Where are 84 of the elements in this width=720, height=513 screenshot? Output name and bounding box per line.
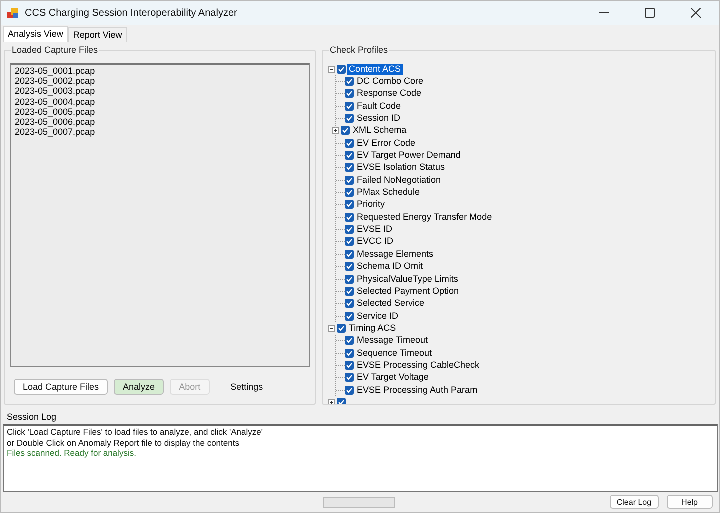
session-log-label: Session Log [7, 412, 58, 423]
checkbox[interactable] [345, 102, 354, 111]
action-button[interactable]: Settings [222, 379, 272, 395]
tree-item[interactable]: Fault Code [355, 100, 404, 112]
tree-item[interactable]: EV Target Voltage [355, 372, 431, 384]
footer-button[interactable]: Help [666, 495, 713, 510]
checkbox[interactable] [337, 64, 346, 74]
checkbox[interactable] [345, 163, 354, 172]
checkbox[interactable] [345, 262, 354, 272]
window-title: CCS Charging Session Interoperability Analyzer [25, 8, 238, 18]
file-item[interactable]: 2023-05_0006.pcap [15, 117, 305, 128]
tree-item[interactable]: PhysicalValueType Limits [355, 274, 460, 285]
checkbox[interactable] [345, 188, 354, 198]
tree-item[interactable]: Requested Energy Transfer Mode [355, 212, 494, 223]
tree-item[interactable]: EV Target Power Demand [355, 150, 463, 162]
checkbox[interactable] [345, 151, 354, 160]
file-item[interactable]: 2023-05_0007.pcap [15, 127, 305, 138]
expand-icon[interactable] [328, 398, 335, 404]
tree-item[interactable]: EVSE ID [355, 224, 395, 236]
checkbox[interactable] [337, 398, 346, 404]
tree-item[interactable]: Priority [355, 199, 388, 210]
action-button[interactable]: Analyze [114, 379, 164, 395]
file-item[interactable]: 2023-05_0001.pcap [15, 66, 305, 76]
tree-item[interactable]: EVSE Processing CableCheck [355, 360, 482, 371]
checkbox[interactable] [345, 336, 354, 346]
checkbox[interactable] [345, 138, 354, 148]
checkbox[interactable] [345, 299, 354, 308]
tree-item[interactable]: Content ACS [347, 64, 404, 75]
tree-item[interactable]: Message Timeout [355, 335, 430, 346]
log-line: Files scanned. Ready for analysis. [7, 448, 138, 458]
group-title: Loaded Capture Files [11, 45, 100, 56]
tree-item[interactable]: Selected Service [355, 298, 427, 310]
tree-item[interactable]: EVSE Processing Auth Param [355, 384, 480, 396]
collapse-icon[interactable] [328, 66, 335, 73]
maximize-icon[interactable] [645, 8, 655, 18]
log-line: Click 'Load Capture Files' to load files to analyze, and click 'Analyze' [7, 427, 264, 438]
checkbox[interactable] [345, 348, 354, 358]
tree-item[interactable]: PMax Schedule [355, 187, 422, 198]
capture-file-list[interactable]: 2023-05_0001.pcap 2023-05_0002.pcap 2023-05_0003.pcap 2023-05_0004.pcap 2023-05_0005.pcap 2023-05_0006.pcap 2023-05_0007.pcap [10, 63, 310, 367]
tree-item[interactable]: Selected Payment Option [355, 286, 462, 297]
checkbox[interactable] [345, 386, 354, 395]
checkbox[interactable] [345, 114, 354, 124]
group-title: Check Profiles [329, 45, 390, 56]
action-button[interactable]: Load Capture Files [14, 379, 108, 395]
checkbox[interactable] [345, 237, 354, 246]
tab[interactable]: Report View [68, 27, 128, 42]
tree-item[interactable]: EVSE Isolation Status [355, 162, 448, 174]
file-item[interactable]: 2023-05_0004.pcap [15, 96, 305, 107]
tree-item[interactable]: Schema ID Omit [355, 261, 426, 272]
checkbox[interactable] [345, 274, 354, 284]
checkbox[interactable] [345, 373, 354, 382]
tree-item[interactable]: Sequence Timeout [355, 348, 434, 359]
tree-item[interactable]: Failed NoNegotiation [355, 174, 444, 186]
checkbox[interactable] [345, 286, 354, 296]
checkbox[interactable] [345, 212, 354, 222]
app-icon [7, 7, 19, 19]
file-item[interactable]: 2023-05_0005.pcap [15, 106, 305, 118]
tab[interactable]: Analysis View [3, 26, 68, 42]
checkbox[interactable] [345, 225, 354, 234]
tree-item[interactable]: Service ID [355, 310, 401, 322]
footer-button[interactable]: Clear Log [610, 495, 659, 510]
tree-item[interactable]: Session ID [355, 113, 403, 124]
checkbox[interactable] [341, 126, 350, 136]
checkbox[interactable] [345, 200, 354, 210]
tree-item[interactable]: DC Combo Core [355, 76, 426, 88]
checkbox[interactable] [345, 312, 354, 321]
file-item[interactable]: 2023-05_0003.pcap [15, 86, 305, 97]
file-item[interactable]: 2023-05_0002.pcap [15, 76, 305, 86]
expand-icon[interactable] [332, 127, 339, 134]
checkbox[interactable] [345, 77, 354, 86]
log-line: or Double Click on Anomaly Report file to display the contents [7, 438, 240, 448]
tree-item[interactable]: EVCC ID [355, 236, 396, 248]
checkbox[interactable] [345, 250, 354, 259]
tree-item[interactable]: Message Elements [355, 248, 436, 260]
tree-item[interactable]: EV Error Code [355, 138, 418, 149]
tree-item[interactable]: Response Code [355, 88, 424, 100]
checkbox[interactable] [345, 89, 354, 98]
tree-item[interactable]: XML Schema [351, 125, 409, 136]
close-icon[interactable] [691, 8, 701, 18]
checkbox[interactable] [345, 360, 354, 370]
checkbox[interactable] [345, 176, 354, 185]
collapse-icon[interactable] [328, 324, 335, 332]
checkbox[interactable] [337, 324, 346, 333]
tree-item[interactable]: Timing ACS [347, 322, 398, 334]
